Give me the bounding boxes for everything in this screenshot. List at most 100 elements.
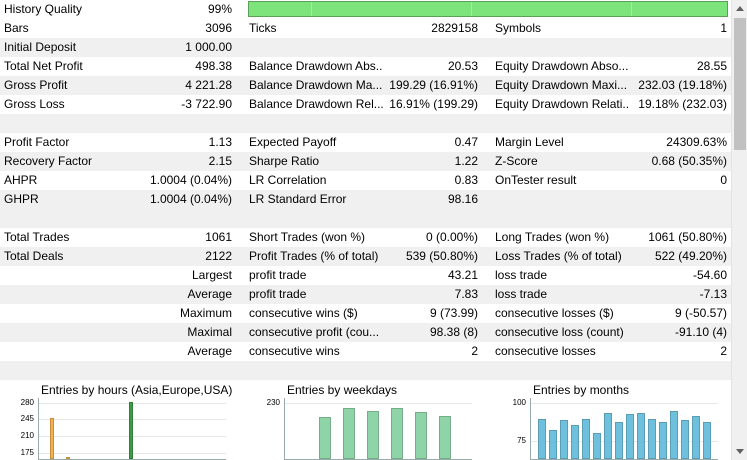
spacer-row [0, 114, 731, 133]
stat-value: 232.03 (19.18%) [638, 78, 727, 92]
hours-bar [65, 457, 70, 459]
chart-hours-title: Entries by hours (Asia,Europe,USA) [41, 383, 233, 397]
stat-value [120, 266, 232, 285]
stat-value: 7.83 [454, 287, 478, 301]
stat-row: Recovery Factor 2.15 Sharpe Ratio 1.22 Z-Sco… [0, 152, 731, 171]
stat-label: Balance Drawdown Ma... [249, 78, 383, 92]
month-bar [549, 429, 557, 459]
grid-line [531, 402, 718, 404]
stat-label: consecutive losses [495, 344, 596, 358]
scroll-up-button[interactable] [732, 0, 747, 17]
stat-value: -7.13 [699, 287, 727, 301]
stat-label: consecutive wins ($) [249, 306, 358, 320]
stat-label: profit trade [249, 268, 307, 282]
stat-label: LR Correlation [249, 173, 327, 187]
hours-bar [128, 401, 133, 459]
stat-value: -54.60 [692, 268, 727, 282]
stat-value: 1 000.00 [185, 40, 232, 54]
month-bar [571, 424, 579, 459]
stat-row: Average consecutive wins 2 consecutive loss… [0, 342, 731, 361]
stat-value: 0.68 (50.35%) [651, 154, 727, 168]
month-bar [692, 415, 700, 459]
scroll-thumb[interactable] [734, 18, 746, 150]
stat-label [495, 38, 629, 57]
grid-line [39, 419, 226, 421]
stat-value: 0 (0.00%) [425, 230, 478, 244]
stat-value: 1.0004 (0.04%) [149, 192, 232, 206]
stat-label: Short Trades (won %) [249, 230, 366, 244]
stat-row: Total Trades 1061 Short Trades (won %) 0 (0… [0, 228, 731, 247]
stat-value: 16.91% (199.29) [389, 97, 478, 111]
arrow-up-icon [736, 6, 744, 11]
stat-label: Balance Drawdown Rel... [249, 97, 383, 111]
stat-value: 28.55 [696, 59, 727, 73]
stat-label: consecutive wins [249, 344, 340, 358]
stat-value: 1.13 [208, 135, 232, 149]
month-bar [659, 421, 667, 459]
stat-value: 2 [471, 344, 478, 358]
stat-label: Equity Drawdown Maxi... [495, 78, 628, 92]
stat-value: 1.0004 (0.04%) [149, 173, 232, 187]
stat-label: Z-Score [495, 154, 538, 168]
weekday-bar [415, 412, 427, 459]
month-bar [681, 420, 689, 459]
stat-label: Profit Trades (% of total) [249, 249, 379, 263]
spacer-row [0, 361, 731, 380]
stat-value: 2122 [205, 249, 232, 263]
stat-value: -3 722.90 [181, 97, 232, 111]
y-tick-label: 230 [266, 397, 280, 407]
chart-weekdays-title: Entries by weekdays [287, 383, 398, 397]
grid-line [285, 402, 472, 404]
stat-value: 0 [720, 173, 727, 187]
chart-hours-plot [38, 398, 226, 460]
month-bar [538, 418, 546, 459]
stat-value [380, 38, 478, 57]
weekday-bar [343, 407, 355, 459]
chart-months-plot [530, 398, 718, 460]
scroll-down-button[interactable] [732, 443, 747, 460]
stat-row: Bars 3096 Ticks 2829158 Symbols 1 [0, 19, 731, 38]
stat-value [626, 38, 727, 57]
stat-value [120, 304, 232, 323]
month-bar [615, 421, 623, 459]
stat-row: Profit Factor 1.13 Expected Payoff 0.47 Marg… [0, 133, 731, 152]
stat-value: 0.83 [454, 173, 478, 187]
stat-row: Average profit trade 7.83 loss trade -7.13 [0, 285, 731, 304]
stat-value: 19.18% (232.03) [638, 97, 727, 111]
arrow-down-icon [736, 449, 744, 454]
history-quality-bar [248, 1, 728, 17]
stat-label [249, 38, 383, 57]
month-bar [593, 432, 601, 459]
stat-row: Gross Loss -3 722.90 Balance Drawdown Rel.… [0, 95, 731, 114]
stat-label: loss trade [495, 287, 548, 301]
stat-value: -91.10 (4) [674, 325, 727, 339]
vertical-scrollbar[interactable] [731, 0, 747, 460]
month-bar [703, 421, 711, 459]
stat-label: consecutive loss (count) [495, 325, 624, 339]
chart-weekdays-plot [284, 398, 472, 460]
stat-label: Equity Drawdown Abso... [495, 59, 629, 73]
stat-label: Sharpe Ratio [249, 154, 320, 168]
stat-row: GHPR 1.0004 (0.04%) LR Standard Error 98.16 [0, 190, 731, 209]
history-quality-row: History Quality 99% [0, 0, 731, 19]
grid-line [39, 452, 226, 454]
stat-label: Equity Drawdown Relati... [495, 97, 629, 111]
y-tick-label: 280 [20, 397, 34, 407]
stat-row: Total Deals 2122 Profit Trades (% of total… [0, 247, 731, 266]
stat-row: AHPR 1.0004 (0.04%) LR Correlation 0.83 OnTe… [0, 171, 731, 190]
month-bar [648, 418, 656, 459]
stat-label: profit trade [249, 287, 307, 301]
stat-value: 522 (49.20%) [654, 249, 727, 263]
stat-label: OnTester result [495, 173, 577, 187]
stat-label: Balance Drawdown Abs... [249, 59, 383, 73]
stat-label: Ticks [249, 21, 277, 35]
weekday-bar [439, 416, 451, 459]
stat-row: Gross Profit 4 221.28 Balance Drawdown Ma.… [0, 76, 731, 95]
stat-value: 539 (50.80%) [405, 249, 478, 263]
y-tick-label: 100 [512, 397, 526, 407]
month-bar [670, 410, 678, 459]
y-tick-label: 75 [517, 436, 526, 446]
y-tick-label: 210 [20, 431, 34, 441]
stat-value [626, 190, 727, 209]
stat-value: 98.16 [447, 192, 478, 206]
